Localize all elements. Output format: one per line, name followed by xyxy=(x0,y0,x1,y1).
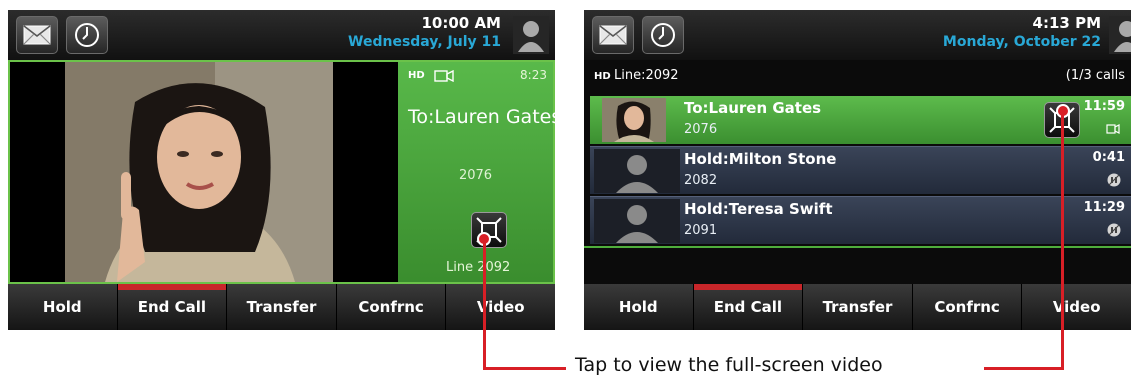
envelope-icon xyxy=(23,25,51,45)
video-camera-icon xyxy=(434,70,454,82)
person-icon xyxy=(616,155,658,193)
call-party-name: To:Lauren Gates xyxy=(408,106,555,128)
call-party-number: 2076 xyxy=(684,122,718,137)
call-timer: 0:41 xyxy=(1092,150,1125,165)
call-timer: 11:59 xyxy=(1083,99,1125,114)
clock-icon xyxy=(75,23,99,47)
call-party-number: 2082 xyxy=(684,173,718,188)
person-icon xyxy=(518,21,544,52)
recent-calls-button[interactable] xyxy=(642,16,684,54)
active-call-panel: HD 8:23 To:Lauren Gates 2076 Line 2092 xyxy=(8,60,555,284)
softkey-bar: Hold End Call Transfer Confrnc Video xyxy=(584,284,1131,330)
caller-avatar xyxy=(594,199,680,243)
messages-button[interactable] xyxy=(592,16,634,54)
call-row-hold[interactable]: Hold:Teresa Swift 2091 11:29 xyxy=(590,196,1131,244)
hold-softkey[interactable]: Hold xyxy=(584,284,693,330)
callout-caption: Tap to view the full-screen video xyxy=(575,354,883,376)
end-call-softkey[interactable]: End Call xyxy=(692,284,803,330)
hd-badge: HD xyxy=(408,70,425,81)
call-party-name: To:Lauren Gates xyxy=(684,99,822,117)
hold-icon xyxy=(1107,223,1121,237)
messages-button[interactable] xyxy=(16,16,58,54)
call-party-number: 2091 xyxy=(684,223,718,238)
call-row-active[interactable]: To:Lauren Gates 2076 11:59 xyxy=(590,96,1131,144)
call-row-hold[interactable]: Hold:Milton Stone 2082 0:41 xyxy=(590,146,1131,194)
call-timer: 8:23 xyxy=(520,68,547,82)
call-info-panel: HD 8:23 To:Lauren Gates 2076 Line 2092 xyxy=(398,62,555,282)
caller-video-image xyxy=(602,98,666,142)
clock-date: Wednesday, July 11 xyxy=(348,34,501,50)
video-feed[interactable] xyxy=(65,62,333,282)
video-softkey[interactable]: Video xyxy=(1021,284,1131,330)
line-label: Line:2092 xyxy=(614,68,679,83)
user-avatar-button[interactable] xyxy=(1109,16,1131,54)
callout-line-left-horizontal xyxy=(483,367,566,370)
softkey-bar: Hold End Call Transfer Confrnc Video xyxy=(8,284,555,330)
call-count: (1/3 calls xyxy=(1065,68,1125,83)
recent-calls-button[interactable] xyxy=(66,16,108,54)
envelope-icon xyxy=(599,25,627,45)
caller-video-thumbnail xyxy=(602,98,666,142)
divider xyxy=(584,246,1131,248)
callout-line-right-vertical xyxy=(1061,112,1064,370)
hd-badge: HD xyxy=(594,71,611,82)
hold-icon xyxy=(1107,173,1121,187)
clock-time: 4:13 PM xyxy=(1032,14,1101,32)
callout-line-right-horizontal xyxy=(984,367,1064,370)
call-party-name: Hold:Milton Stone xyxy=(684,150,837,168)
transfer-softkey[interactable]: Transfer xyxy=(802,284,912,330)
end-call-softkey[interactable]: End Call xyxy=(116,284,227,330)
phone-screen-call-list: 4:13 PM Monday, October 22 HD Line:2092 … xyxy=(584,10,1131,330)
hold-softkey[interactable]: Hold xyxy=(8,284,117,330)
video-camera-icon xyxy=(1106,124,1120,134)
conference-softkey[interactable]: Confrnc xyxy=(911,284,1022,330)
clock-icon xyxy=(651,23,675,47)
line-label: Line 2092 xyxy=(446,260,511,275)
clock-time: 10:00 AM xyxy=(421,14,501,32)
conference-softkey[interactable]: Confrnc xyxy=(335,284,446,330)
call-timer: 11:29 xyxy=(1083,200,1125,215)
video-softkey[interactable]: Video xyxy=(445,284,555,330)
phone-screen-video-call: 10:00 AM Wednesday, July 11 HD 8:23 To:L… xyxy=(8,10,555,330)
caller-video-image xyxy=(65,62,333,282)
top-bar: 4:13 PM Monday, October 22 xyxy=(584,10,1131,60)
transfer-softkey[interactable]: Transfer xyxy=(226,284,336,330)
person-icon xyxy=(1114,21,1131,52)
callout-line-left-vertical xyxy=(483,240,486,370)
top-bar: 10:00 AM Wednesday, July 11 xyxy=(8,10,555,60)
caller-avatar xyxy=(594,149,680,193)
call-party-number: 2076 xyxy=(458,168,493,183)
person-icon xyxy=(616,205,658,243)
call-party-name: Hold:Teresa Swift xyxy=(684,200,833,218)
clock-date: Monday, October 22 xyxy=(942,34,1101,50)
user-avatar-button[interactable] xyxy=(513,16,549,54)
